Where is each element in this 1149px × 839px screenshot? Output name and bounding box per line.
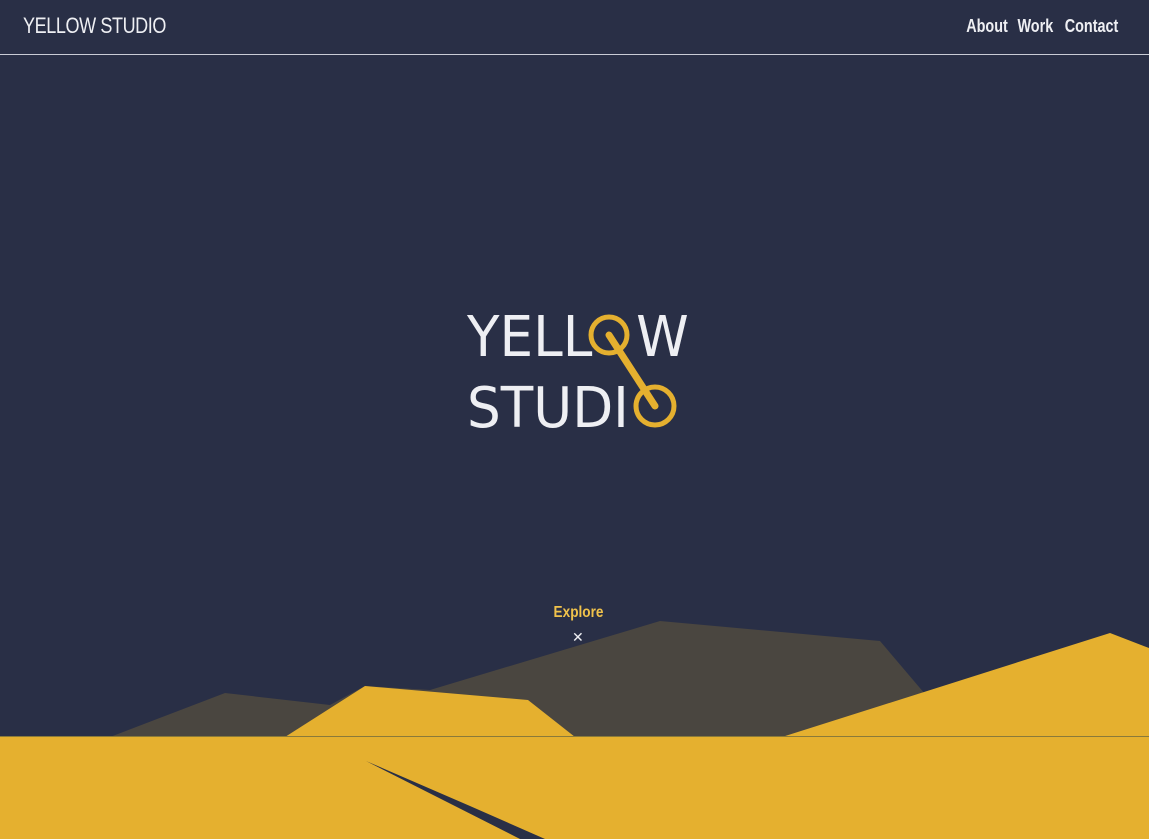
nav-contact-link[interactable]: Contact bbox=[1065, 16, 1119, 37]
brand-link[interactable]: YELLOW STUDIO bbox=[23, 13, 166, 39]
logo-link-mark-icon bbox=[588, 314, 677, 428]
top-navbar: YELLOW STUDIO About Work Contact bbox=[0, 0, 1149, 55]
nav-about-link[interactable]: About bbox=[967, 16, 1009, 37]
explore-link[interactable]: Explore bbox=[87, 604, 1070, 622]
chevron-down-icon[interactable]: ✕ bbox=[572, 630, 584, 646]
yellow-ground bbox=[0, 737, 1149, 839]
nav-links: About Work Contact bbox=[965, 16, 1125, 37]
nav-work-link[interactable]: Work bbox=[1018, 16, 1054, 37]
landing-page: YELLOW STUDIO About Work Contact YELL W S… bbox=[0, 0, 1149, 839]
yellow-studio-logo: YELL W STUDI bbox=[467, 308, 707, 438]
